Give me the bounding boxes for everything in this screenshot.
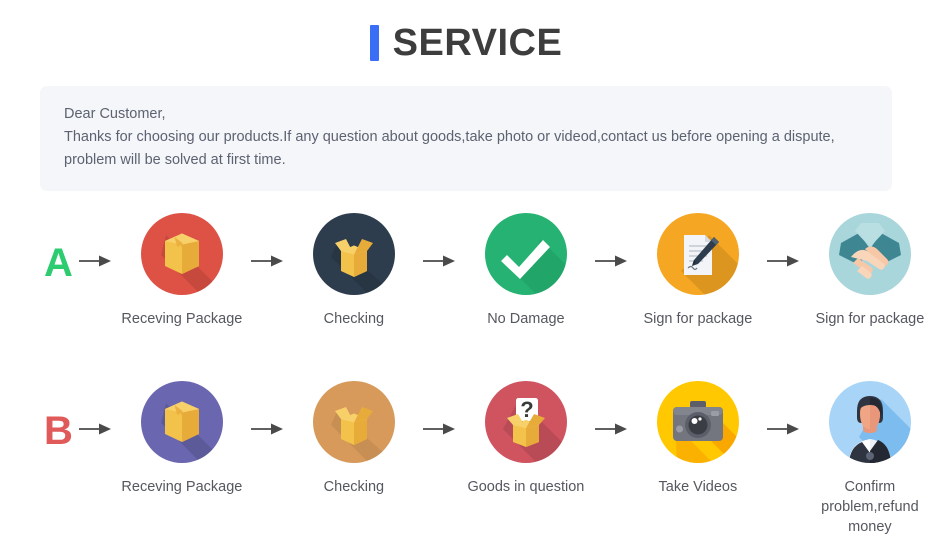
document-pen-icon — [656, 213, 739, 295]
customer-notice-box: Dear Customer, Thanks for choosing our p… — [40, 86, 892, 191]
step-a-checking[interactable]: Checking — [291, 213, 417, 329]
closed-box-icon — [140, 381, 223, 463]
question-box-icon: ? — [484, 381, 567, 463]
step-label: Receving Package — [121, 311, 243, 327]
step-a-no-damage[interactable]: No Damage — [463, 213, 589, 329]
step-a-receiving-package[interactable]: Receving Package — [119, 213, 245, 329]
arrow-a-1 — [245, 213, 291, 309]
step-b-take-videos[interactable]: Take Videos — [635, 381, 761, 497]
arrow-b-1 — [245, 381, 291, 477]
right-arrow-icon — [250, 423, 283, 435]
notice-line-2: Thanks for choosing our products.If any … — [64, 129, 835, 145]
camera-icon — [656, 381, 739, 463]
title-accent-bar — [369, 25, 379, 61]
step-label: Checking — [323, 479, 385, 495]
right-arrow-icon — [766, 255, 799, 267]
page-title: SERVICE — [392, 22, 563, 64]
support-agent-icon — [828, 381, 911, 463]
arrow-a-3 — [589, 213, 635, 309]
flow-badge-a: A — [44, 241, 73, 285]
arrow-a-4 — [761, 213, 807, 309]
step-label: Take Videos — [658, 479, 738, 495]
step-b-goods-in-question[interactable]: ? Goods in question — [463, 381, 589, 497]
open-box-icon — [312, 381, 395, 463]
step-label: Sign for package — [815, 311, 925, 327]
step-a-sign-for-package-2[interactable]: Sign for package — [807, 213, 932, 329]
closed-box-icon — [140, 213, 223, 295]
right-arrow-icon — [422, 423, 455, 435]
step-label: Confirm problem,refund money — [821, 479, 919, 535]
step-b-confirm-refund[interactable]: Confirm problem,refund money — [807, 381, 932, 537]
flow-row-b: B Receving Package Checking ? Goods in q… — [0, 381, 932, 537]
arrow-b-4 — [761, 381, 807, 477]
right-arrow-icon — [594, 423, 627, 435]
handshake-icon — [828, 213, 911, 295]
step-b-receiving-package[interactable]: Receving Package — [119, 381, 245, 497]
notice-line-1: Dear Customer, — [64, 106, 166, 122]
step-label: Sign for package — [643, 311, 753, 327]
check-mark-icon — [484, 213, 567, 295]
arrow-b-2 — [417, 381, 463, 477]
step-label: Goods in question — [467, 479, 585, 495]
notice-line-3: problem will be solved at first time. — [64, 152, 286, 168]
flow-badge-b: B — [44, 409, 73, 453]
step-label: No Damage — [487, 311, 565, 327]
step-label: Receving Package — [121, 479, 243, 495]
right-arrow-icon — [766, 423, 799, 435]
arrow-a-2 — [417, 213, 463, 309]
arrow-a-0 — [73, 213, 119, 309]
open-box-icon — [312, 213, 395, 295]
right-arrow-icon — [594, 255, 627, 267]
arrow-b-0 — [73, 381, 119, 477]
arrow-b-3 — [589, 381, 635, 477]
right-arrow-icon — [250, 255, 283, 267]
right-arrow-icon — [78, 255, 111, 267]
page-title-bar: SERVICE — [0, 0, 932, 86]
step-label: Checking — [323, 311, 385, 327]
step-b-checking[interactable]: Checking — [291, 381, 417, 497]
right-arrow-icon — [78, 423, 111, 435]
right-arrow-icon — [422, 255, 455, 267]
flow-row-a: A Receving Package Checking No Damage Si… — [0, 213, 932, 329]
step-a-sign-for-package[interactable]: Sign for package — [635, 213, 761, 329]
